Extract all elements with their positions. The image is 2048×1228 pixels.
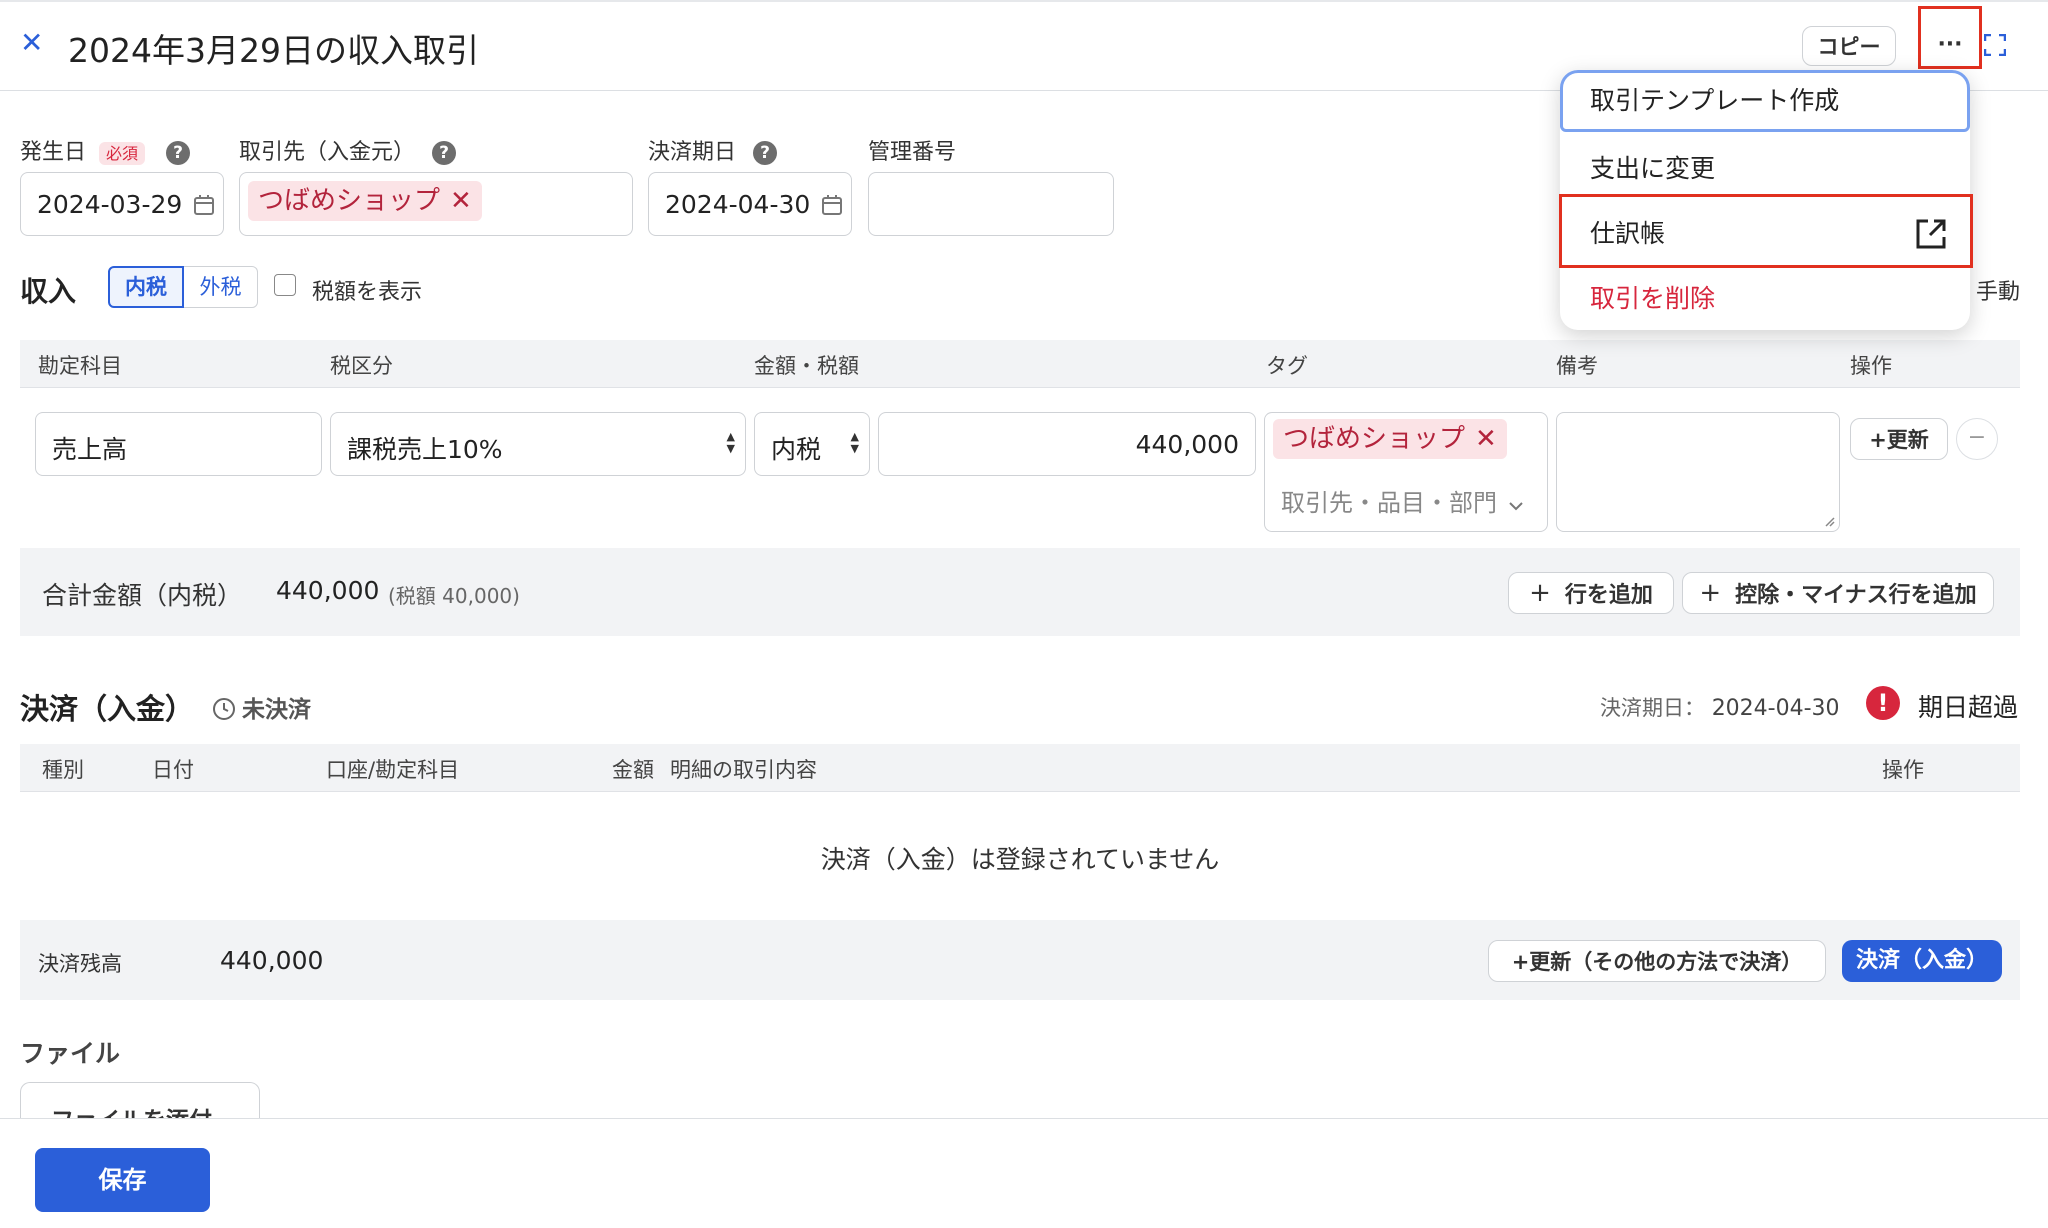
col-tag: タグ bbox=[1266, 354, 1308, 378]
close-icon[interactable]: ✕ bbox=[20, 26, 43, 59]
show-tax-checkbox[interactable] bbox=[274, 274, 296, 296]
col-date: 日付 bbox=[152, 758, 194, 782]
clock-icon bbox=[213, 698, 235, 720]
add-row-button[interactable]: + 行を追加 bbox=[1508, 572, 1674, 614]
more-button-highlight bbox=[1918, 6, 1982, 69]
remove-row-button[interactable]: − bbox=[1956, 418, 1998, 460]
attach-file-button[interactable]: ファイルを添付 bbox=[20, 1082, 260, 1118]
settle-button[interactable]: 決済（入金） bbox=[1842, 940, 2002, 982]
select-arrows-icon: ▲ ▼ bbox=[850, 430, 859, 455]
balance-label: 決済残高 bbox=[38, 952, 122, 976]
plus-icon: + bbox=[1529, 578, 1551, 608]
income-title: 収入 bbox=[20, 275, 77, 308]
select-arrows-icon: ▲ ▼ bbox=[726, 430, 735, 455]
resize-handle-icon[interactable] bbox=[1823, 515, 1835, 527]
tax-incl-toggle[interactable]: 内税 bbox=[108, 266, 184, 308]
overdue-label: 期日超過 bbox=[1918, 693, 2019, 722]
footer-bar bbox=[0, 1118, 2048, 1228]
menu-item-change-to-expense[interactable]: 支出に変更 bbox=[1560, 140, 1970, 198]
tag-placeholder[interactable]: 取引先・品目・部門 bbox=[1281, 483, 1523, 518]
account-value: 売上高 bbox=[52, 435, 128, 464]
col-note: 備考 bbox=[1556, 354, 1598, 378]
balance-value: 440,000 bbox=[220, 946, 324, 975]
alert-icon: ! bbox=[1866, 686, 1900, 720]
amount-value: 440,000 bbox=[1135, 430, 1239, 459]
total-tax: (税額 40,000) bbox=[388, 584, 520, 608]
menu-item-delete[interactable]: 取引を削除 bbox=[1560, 270, 1970, 328]
settlement-title: 決済（入金） bbox=[20, 692, 195, 726]
page-title: 2024年3月29日の収入取引 bbox=[68, 31, 479, 70]
table-header bbox=[20, 340, 2020, 388]
copy-button[interactable]: コピー bbox=[1802, 26, 1896, 66]
manage-number-input[interactable] bbox=[868, 172, 1114, 236]
col-account-item: 口座/勘定科目 bbox=[326, 758, 460, 782]
account-input[interactable]: 売上高 bbox=[35, 412, 322, 476]
due-value: 2024-04-30 bbox=[665, 190, 811, 219]
partner-field[interactable]: つばめショップ ✕ bbox=[239, 172, 633, 236]
date-label: 発生日 必須 ? bbox=[20, 134, 191, 166]
date-field[interactable]: 2024-03-29 bbox=[20, 172, 224, 236]
col-detail: 明細の取引内容 bbox=[670, 758, 817, 782]
manual-label: 手動 bbox=[1976, 280, 2021, 305]
col-settle-actions: 操作 bbox=[1882, 758, 1924, 782]
row-update-button[interactable]: +更新 bbox=[1850, 418, 1948, 460]
save-button[interactable]: 保存 bbox=[35, 1148, 210, 1212]
remove-tag-icon[interactable]: ✕ bbox=[450, 186, 472, 216]
settlement-due: 決済期日： 2024-04-30 bbox=[1600, 696, 1840, 721]
amount-input[interactable]: 440,000 bbox=[878, 412, 1256, 476]
file-title: ファイル bbox=[20, 1039, 121, 1068]
menu-item-template[interactable]: 取引テンプレート作成 bbox=[1560, 70, 1970, 132]
required-badge: 必須 bbox=[99, 142, 146, 165]
tax-mode-value: 内税 bbox=[771, 435, 822, 464]
calendar-icon[interactable] bbox=[821, 194, 843, 216]
partner-tag: つばめショップ ✕ bbox=[248, 181, 482, 221]
due-date-field[interactable]: 2024-04-30 bbox=[648, 172, 852, 236]
note-textarea[interactable] bbox=[1556, 412, 1840, 532]
help-icon[interactable]: ? bbox=[753, 141, 778, 165]
tax-excl-toggle[interactable]: 外税 bbox=[184, 266, 258, 308]
tag-field[interactable]: つばめショップ ✕ 取引先・品目・部門 bbox=[1264, 412, 1548, 532]
chevron-down-icon bbox=[1508, 502, 1523, 511]
col-type: 種別 bbox=[42, 758, 84, 782]
col-actions: 操作 bbox=[1850, 354, 1892, 378]
tax-category-value: 課税売上10% bbox=[347, 435, 503, 464]
due-label: 決済期日 ? bbox=[648, 134, 778, 166]
partner-label: 取引先（入金元） ? bbox=[239, 134, 457, 166]
tax-mode-select[interactable]: 内税 ▲ ▼ bbox=[754, 412, 870, 476]
plus-icon: + bbox=[1699, 578, 1722, 608]
col-settle-amount: 金額 bbox=[612, 758, 654, 782]
update-other-button[interactable]: +更新（その他の方法で決済） bbox=[1488, 940, 1826, 982]
settlement-table-header bbox=[20, 744, 2020, 792]
show-tax-label: 税額を表示 bbox=[312, 280, 423, 305]
date-value: 2024-03-29 bbox=[37, 190, 183, 219]
journal-item-highlight bbox=[1559, 194, 1973, 268]
settlement-empty-message: 決済（入金）は登録されていません bbox=[820, 845, 1220, 874]
tax-category-select[interactable]: 課税売上10% ▲ ▼ bbox=[330, 412, 746, 476]
settlement-status: 未決済 bbox=[212, 690, 311, 724]
row-tag: つばめショップ ✕ bbox=[1273, 419, 1507, 459]
col-account: 勘定科目 bbox=[38, 354, 122, 378]
total-value: 440,000 bbox=[276, 576, 380, 605]
col-tax-category: 税区分 bbox=[330, 354, 393, 378]
attach-file-label: ファイルを添付 bbox=[51, 1101, 212, 1118]
col-amount: 金額・税額 bbox=[754, 354, 859, 378]
help-icon[interactable]: ? bbox=[432, 141, 457, 165]
help-icon[interactable]: ? bbox=[166, 141, 191, 165]
remove-tag-icon[interactable]: ✕ bbox=[1475, 424, 1497, 454]
fullscreen-icon[interactable] bbox=[1983, 33, 2007, 57]
total-label: 合計金額（内税） bbox=[42, 581, 243, 610]
add-minus-row-button[interactable]: + 控除・マイナス行を追加 bbox=[1682, 572, 1994, 614]
calendar-icon[interactable] bbox=[193, 194, 215, 216]
top-border bbox=[0, 0, 2048, 2]
manage-label: 管理番号 bbox=[868, 140, 957, 165]
